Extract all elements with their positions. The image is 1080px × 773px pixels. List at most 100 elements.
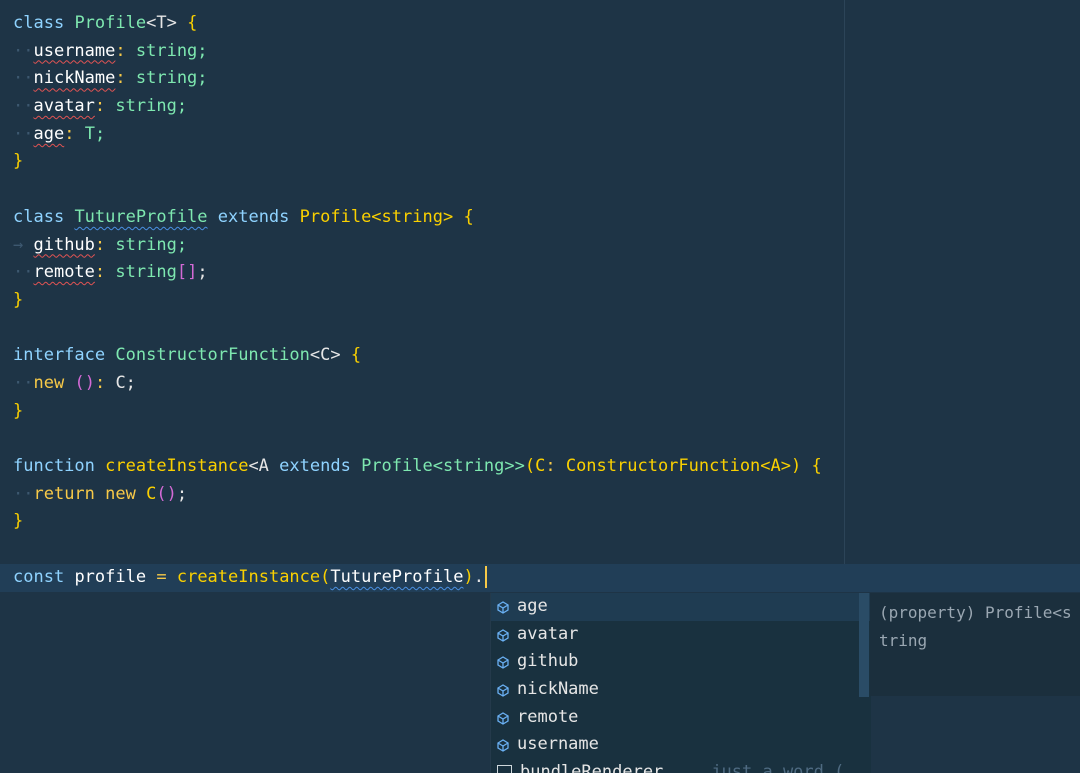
property-name: remote [33, 262, 95, 283]
generic: <C> [309, 345, 341, 366]
suggest-label: nickName [517, 679, 599, 700]
property-icon [497, 601, 509, 614]
property-type: T; [84, 123, 106, 144]
param: (C [524, 456, 546, 476]
code-line: function createInstance<A extends Profil… [13, 453, 1080, 481]
code-line: ··new (): C; [13, 372, 136, 393]
property-icon [497, 711, 509, 725]
variable-name: profile [74, 566, 147, 587]
suggest-label: remote [517, 706, 579, 727]
suggest-item[interactable]: nickName [491, 676, 871, 704]
code-line: ··remote: string[]; [13, 262, 208, 283]
property-type: string; [135, 40, 208, 61]
suggest-label: bundleRenderer [520, 762, 664, 773]
property-name: github [33, 234, 95, 255]
colon: : [94, 372, 106, 393]
code-line: ··username: string; [13, 40, 208, 61]
semicolon: ; [176, 483, 188, 504]
code-line: ··return new C(); [13, 483, 188, 504]
details-line: (property) Profile<s [879, 603, 1072, 622]
code-line: } [13, 148, 1080, 176]
base-type: Profile<string>> [361, 456, 525, 476]
suggest-widget[interactable]: age avatar github nickName remote userna… [490, 593, 871, 773]
keyword: interface [13, 345, 106, 366]
code-line: class Profile<T> { [13, 10, 1080, 38]
property-name: username [33, 40, 116, 61]
brace: { [187, 13, 198, 33]
keyword: function [13, 456, 95, 476]
code-line: class TutureProfile extends Profile<stri… [13, 204, 1080, 232]
suggest-label: avatar [517, 623, 579, 644]
code-line: } [13, 287, 1080, 315]
parens: () [74, 372, 95, 393]
property-icon [497, 739, 509, 753]
property-name: age [33, 123, 65, 144]
dot: . [473, 566, 484, 587]
generic: <T> [146, 13, 177, 33]
property-type: string; [135, 68, 208, 89]
paren: ) [463, 566, 474, 587]
code-line: interface ConstructorFunction<C> { [13, 342, 1080, 370]
property-icon [497, 656, 509, 669]
paren: ( [320, 566, 331, 587]
details-line: tring [879, 631, 928, 650]
suggest-hint: just a word ( [711, 762, 845, 773]
brace: } [13, 511, 24, 532]
code-line: ··avatar: string; [13, 96, 188, 117]
class-name: TutureProfile [74, 206, 208, 227]
parens: () [156, 483, 177, 504]
argument: TutureProfile [330, 566, 464, 587]
brace: } [13, 151, 24, 172]
keyword: return [33, 483, 95, 504]
call: C [146, 483, 157, 504]
keyword: new [105, 483, 136, 504]
suggest-item[interactable]: age [491, 593, 871, 621]
property-name: nickName [33, 68, 116, 89]
suggest-item[interactable]: username [491, 731, 871, 759]
array-brackets: [] [176, 262, 198, 283]
suggest-label: age [517, 596, 548, 616]
text-caret [484, 565, 487, 588]
property-type: string; [115, 234, 188, 255]
keyword: class [13, 206, 65, 227]
suggest-item[interactable]: github [491, 648, 871, 676]
brace: { [811, 456, 822, 476]
code-line: ··nickName: string; [13, 68, 208, 89]
keyword: extends [217, 206, 290, 227]
class-name: Profile [74, 13, 147, 33]
brace: } [13, 400, 24, 421]
property-type: string [115, 262, 177, 283]
property-icon [497, 684, 509, 697]
keyword: new [33, 372, 65, 393]
keyword: extends [279, 456, 351, 476]
word-icon [497, 765, 512, 773]
suggest-item[interactable]: avatar [491, 621, 871, 649]
keyword: class [13, 13, 65, 33]
code-editor[interactable]: class Profile<T> { ··username: string; ·… [13, 10, 1080, 591]
suggest-label: github [517, 651, 579, 672]
type: C; [115, 372, 136, 393]
suggest-item[interactable]: remote [491, 704, 871, 732]
colon: : [545, 456, 556, 476]
function-call: createInstance [176, 566, 321, 587]
property-type: string; [115, 96, 188, 117]
brace: } [13, 289, 24, 310]
code-line: } [13, 398, 1080, 426]
semicolon: ; [197, 262, 208, 283]
code-line-active: const profile = createInstance(TuturePro… [13, 564, 1080, 592]
interface-name: ConstructorFunction [115, 345, 310, 366]
operator: = [156, 566, 167, 587]
generic: <A [248, 456, 269, 476]
brace: { [463, 206, 474, 227]
keyword: const [13, 566, 65, 587]
suggest-item[interactable]: bundleRenderer just a word ( [491, 759, 871, 773]
code-line: → github: string; [13, 234, 188, 255]
property-icon [497, 628, 509, 642]
suggest-scrollbar[interactable] [859, 593, 869, 697]
suggest-label: username [517, 734, 599, 755]
brace: { [350, 345, 362, 366]
